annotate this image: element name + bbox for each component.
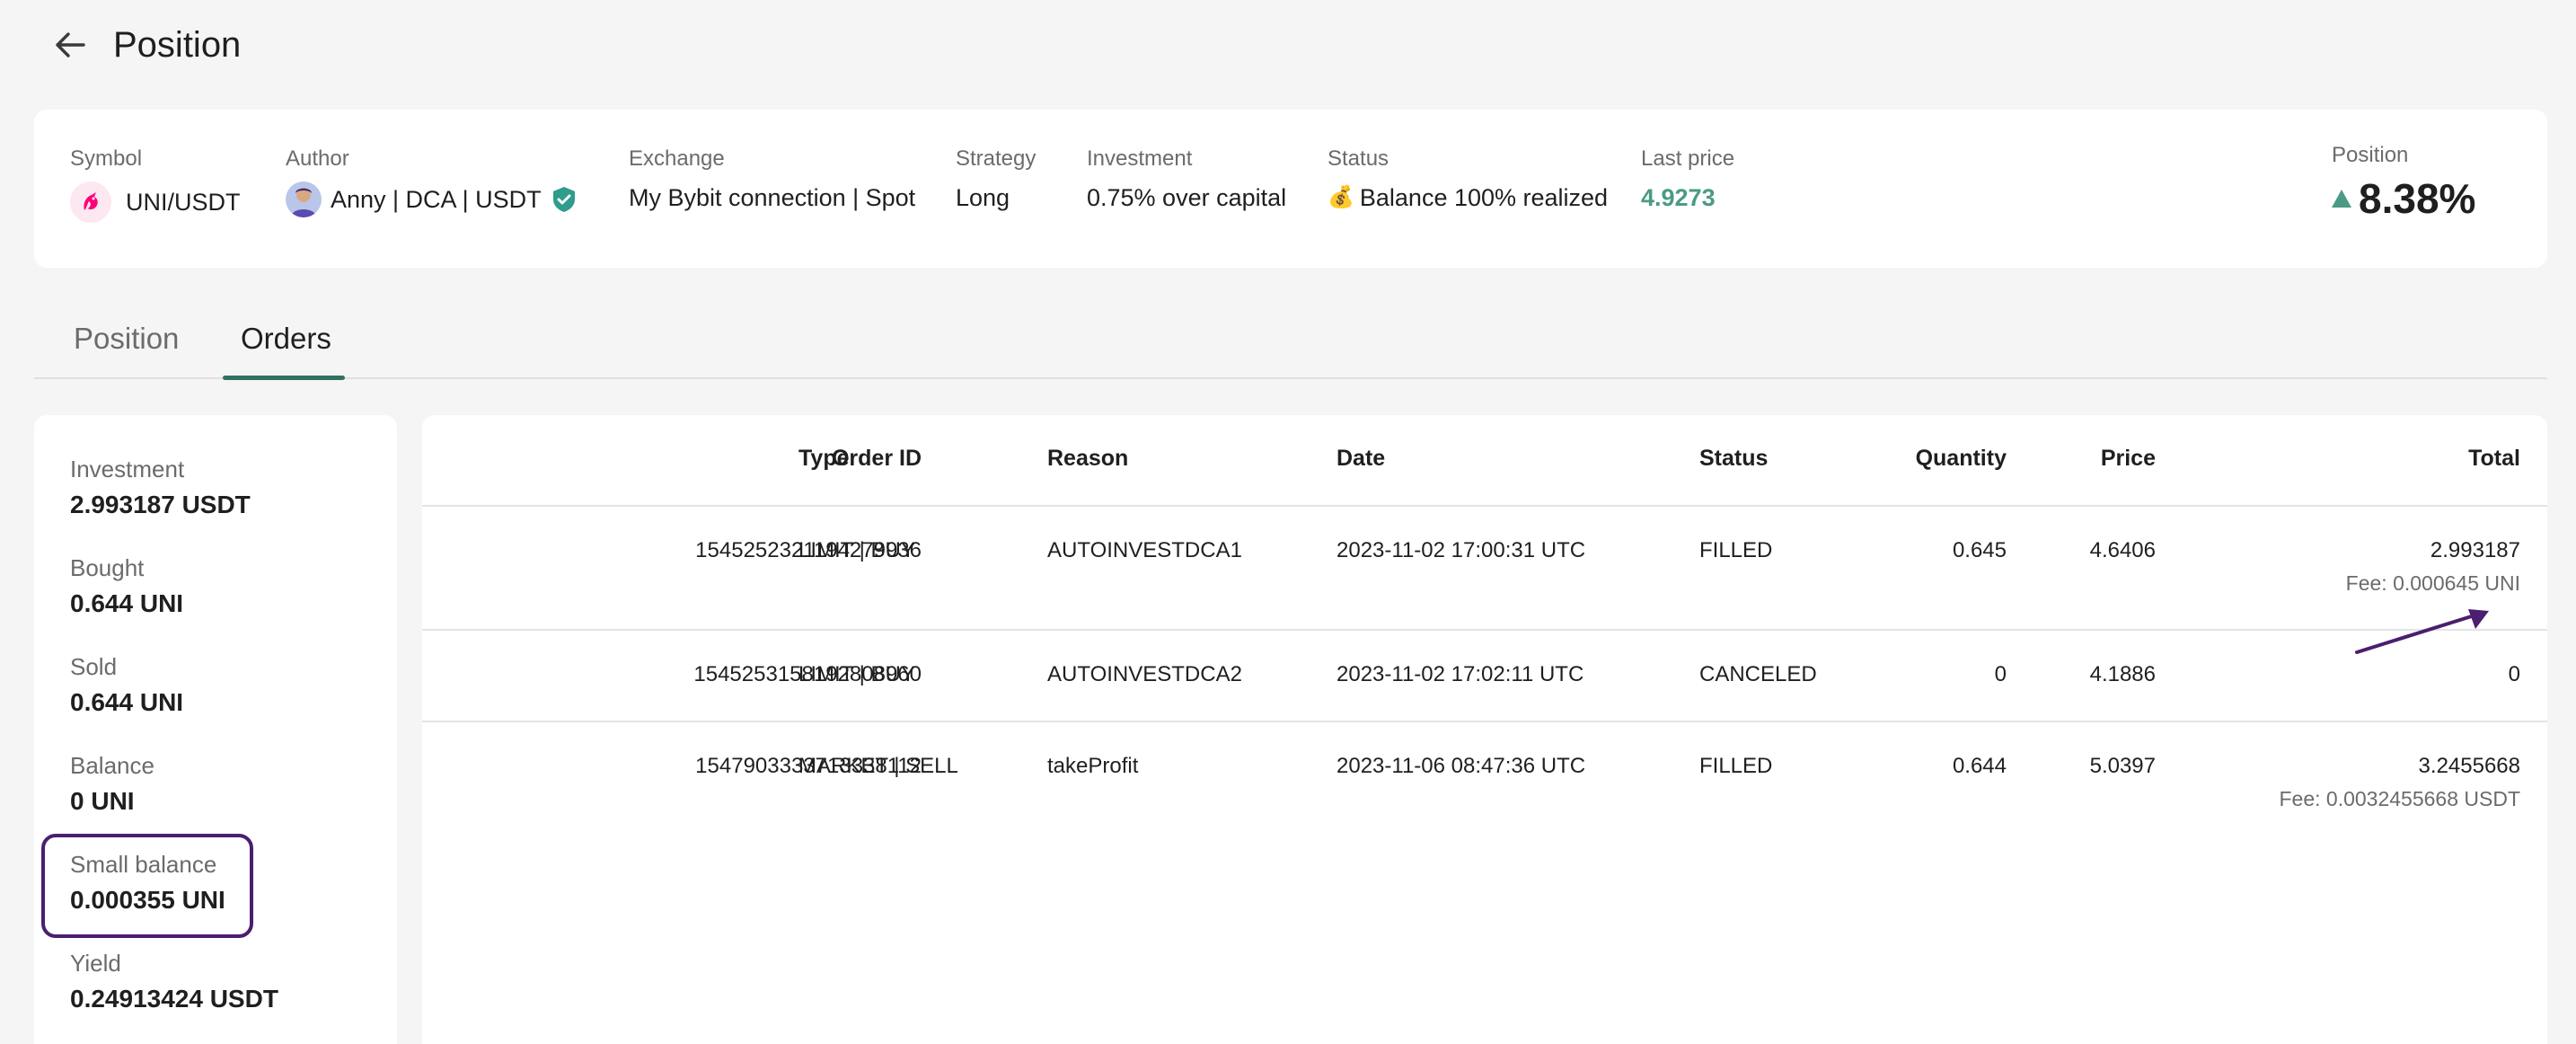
investment-value: 0.75% over capital <box>1087 184 1287 211</box>
exchange-label: Exchange <box>629 146 725 171</box>
author-label: Author <box>286 146 349 171</box>
symbol-label: Symbol <box>70 146 143 171</box>
author-avatar <box>286 181 322 217</box>
position-label: Position <box>2332 143 2409 167</box>
stat-label: Investment <box>70 456 185 482</box>
column-header-total[interactable]: Total <box>2468 446 2520 472</box>
date-cell: 2023-11-02 17:02:11 UTC <box>1337 662 1584 686</box>
position-summary-card: Symbol UNI/USDT Author Anny | DCA | USDT… <box>34 110 2547 268</box>
investment-label: Investment <box>1087 146 1193 171</box>
stat-value: 0.24913424 USDT <box>70 985 278 1013</box>
exchange-value: My Bybit connection | Spot <box>629 184 916 211</box>
back-arrow-icon[interactable] <box>50 25 90 65</box>
orders-table: Order ID Type Reason Date Status Quantit… <box>422 415 2547 1044</box>
status-cell: FILLED <box>1699 754 1773 778</box>
total-cell: 2.993187 <box>2430 538 2520 562</box>
reason-cell: takeProfit <box>1047 754 1139 778</box>
stat-label: Bought <box>70 554 145 581</box>
position-value: 8.38% <box>2359 175 2476 222</box>
price-cell: 4.1886 <box>2089 662 2156 686</box>
stat-small-balance: Small balance 0.000355 UNI <box>70 850 225 916</box>
verified-shield-icon <box>551 185 578 214</box>
strategy-field: Strategy Long <box>956 146 1036 214</box>
reason-cell: AUTOINVESTDCA1 <box>1047 538 1242 562</box>
tab-position[interactable]: Position <box>74 322 179 356</box>
quantity-cell: 0 <box>1994 662 2007 686</box>
fee-text: Fee: 0.0032455668 USDT <box>2279 787 2520 810</box>
total-cell: 3.2455668 <box>2418 754 2520 778</box>
column-header-reason[interactable]: Reason <box>1047 446 1128 472</box>
symbol-value[interactable]: UNI/USDT <box>126 186 241 218</box>
page-title: Position <box>113 24 242 65</box>
type-cell: LIMIT | BUY <box>798 662 915 686</box>
status-cell: FILLED <box>1699 538 1773 562</box>
author-value[interactable]: Anny | DCA | USDT <box>331 183 542 216</box>
stat-investment: Investment 2.993187 USDT <box>70 455 251 521</box>
fee-text: Fee: 0.000645 UNI <box>2345 571 2520 595</box>
stat-sold: Sold 0.644 UNI <box>70 652 183 719</box>
stat-balance: Balance 0 UNI <box>70 751 154 818</box>
tab-orders[interactable]: Orders <box>241 322 331 356</box>
stat-label: Small balance <box>70 851 217 878</box>
total-cell: 0 <box>2508 662 2520 686</box>
column-header-date[interactable]: Date <box>1337 446 1385 472</box>
tab-bar: Position Orders <box>34 305 2547 380</box>
date-cell: 2023-11-06 08:47:36 UTC <box>1337 754 1586 778</box>
row-divider <box>422 629 2547 631</box>
stat-value: 0.000355 UNI <box>70 886 225 914</box>
last-price-value: 4.9273 <box>1641 184 1716 211</box>
type-cell: MARKET | SELL <box>798 754 958 778</box>
strategy-value: Long <box>956 184 1010 211</box>
row-divider <box>422 721 2547 722</box>
up-arrow-icon <box>2332 190 2351 208</box>
stat-value: 2.993187 USDT <box>70 491 251 518</box>
status-cell: CANCELED <box>1699 662 1817 686</box>
status-value: Balance 100% realized <box>1359 184 1609 211</box>
exchange-field: Exchange My Bybit connection | Spot <box>629 146 915 214</box>
column-header-type[interactable]: Type <box>798 446 850 472</box>
last-price-field: Last price 4.9273 <box>1641 146 1734 214</box>
stat-value: 0.644 UNI <box>70 589 184 617</box>
column-header-price[interactable]: Price <box>2101 446 2156 472</box>
type-cell: LIMIT | BUY <box>798 538 915 562</box>
active-tab-indicator <box>223 376 345 380</box>
status-label: Status <box>1328 146 1389 171</box>
stat-value: 0 UNI <box>70 787 135 815</box>
date-cell: 2023-11-02 17:00:31 UTC <box>1337 538 1586 562</box>
price-cell: 4.6406 <box>2089 538 2156 562</box>
header-divider <box>422 505 2547 507</box>
page-header: Position <box>50 16 241 74</box>
annotation-arrow-icon <box>2355 609 2489 654</box>
strategy-label: Strategy <box>956 146 1037 171</box>
stat-label: Sold <box>70 653 118 680</box>
symbol-field: Symbol UNI/USDT <box>70 146 241 223</box>
quantity-cell: 0.645 <box>1952 538 2007 562</box>
uniswap-unicorn-icon <box>70 181 111 223</box>
stats-panel: Investment 2.993187 USDT Bought 0.644 UN… <box>34 415 397 1044</box>
stat-label: Yield <box>70 950 121 977</box>
price-cell: 5.0397 <box>2089 754 2156 778</box>
status-field: Status 💰 Balance 100% realized <box>1328 146 1608 214</box>
money-bag-icon: 💰 <box>1328 185 1354 209</box>
investment-field: Investment 0.75% over capital <box>1087 146 1286 214</box>
author-field: Author Anny | DCA | USDT <box>286 146 578 217</box>
column-header-quantity[interactable]: Quantity <box>1916 446 2007 472</box>
stat-yield: Yield 0.24913424 USDT <box>70 949 278 1015</box>
quantity-cell: 0.644 <box>1952 754 2007 778</box>
stat-bought: Bought 0.644 UNI <box>70 553 183 620</box>
stat-label: Balance <box>70 752 154 779</box>
column-header-status[interactable]: Status <box>1699 446 1768 472</box>
last-price-label: Last price <box>1641 146 1735 171</box>
reason-cell: AUTOINVESTDCA2 <box>1047 662 1242 686</box>
stat-value: 0.644 UNI <box>70 688 184 716</box>
position-field: Position 8.38% <box>2332 142 2475 223</box>
